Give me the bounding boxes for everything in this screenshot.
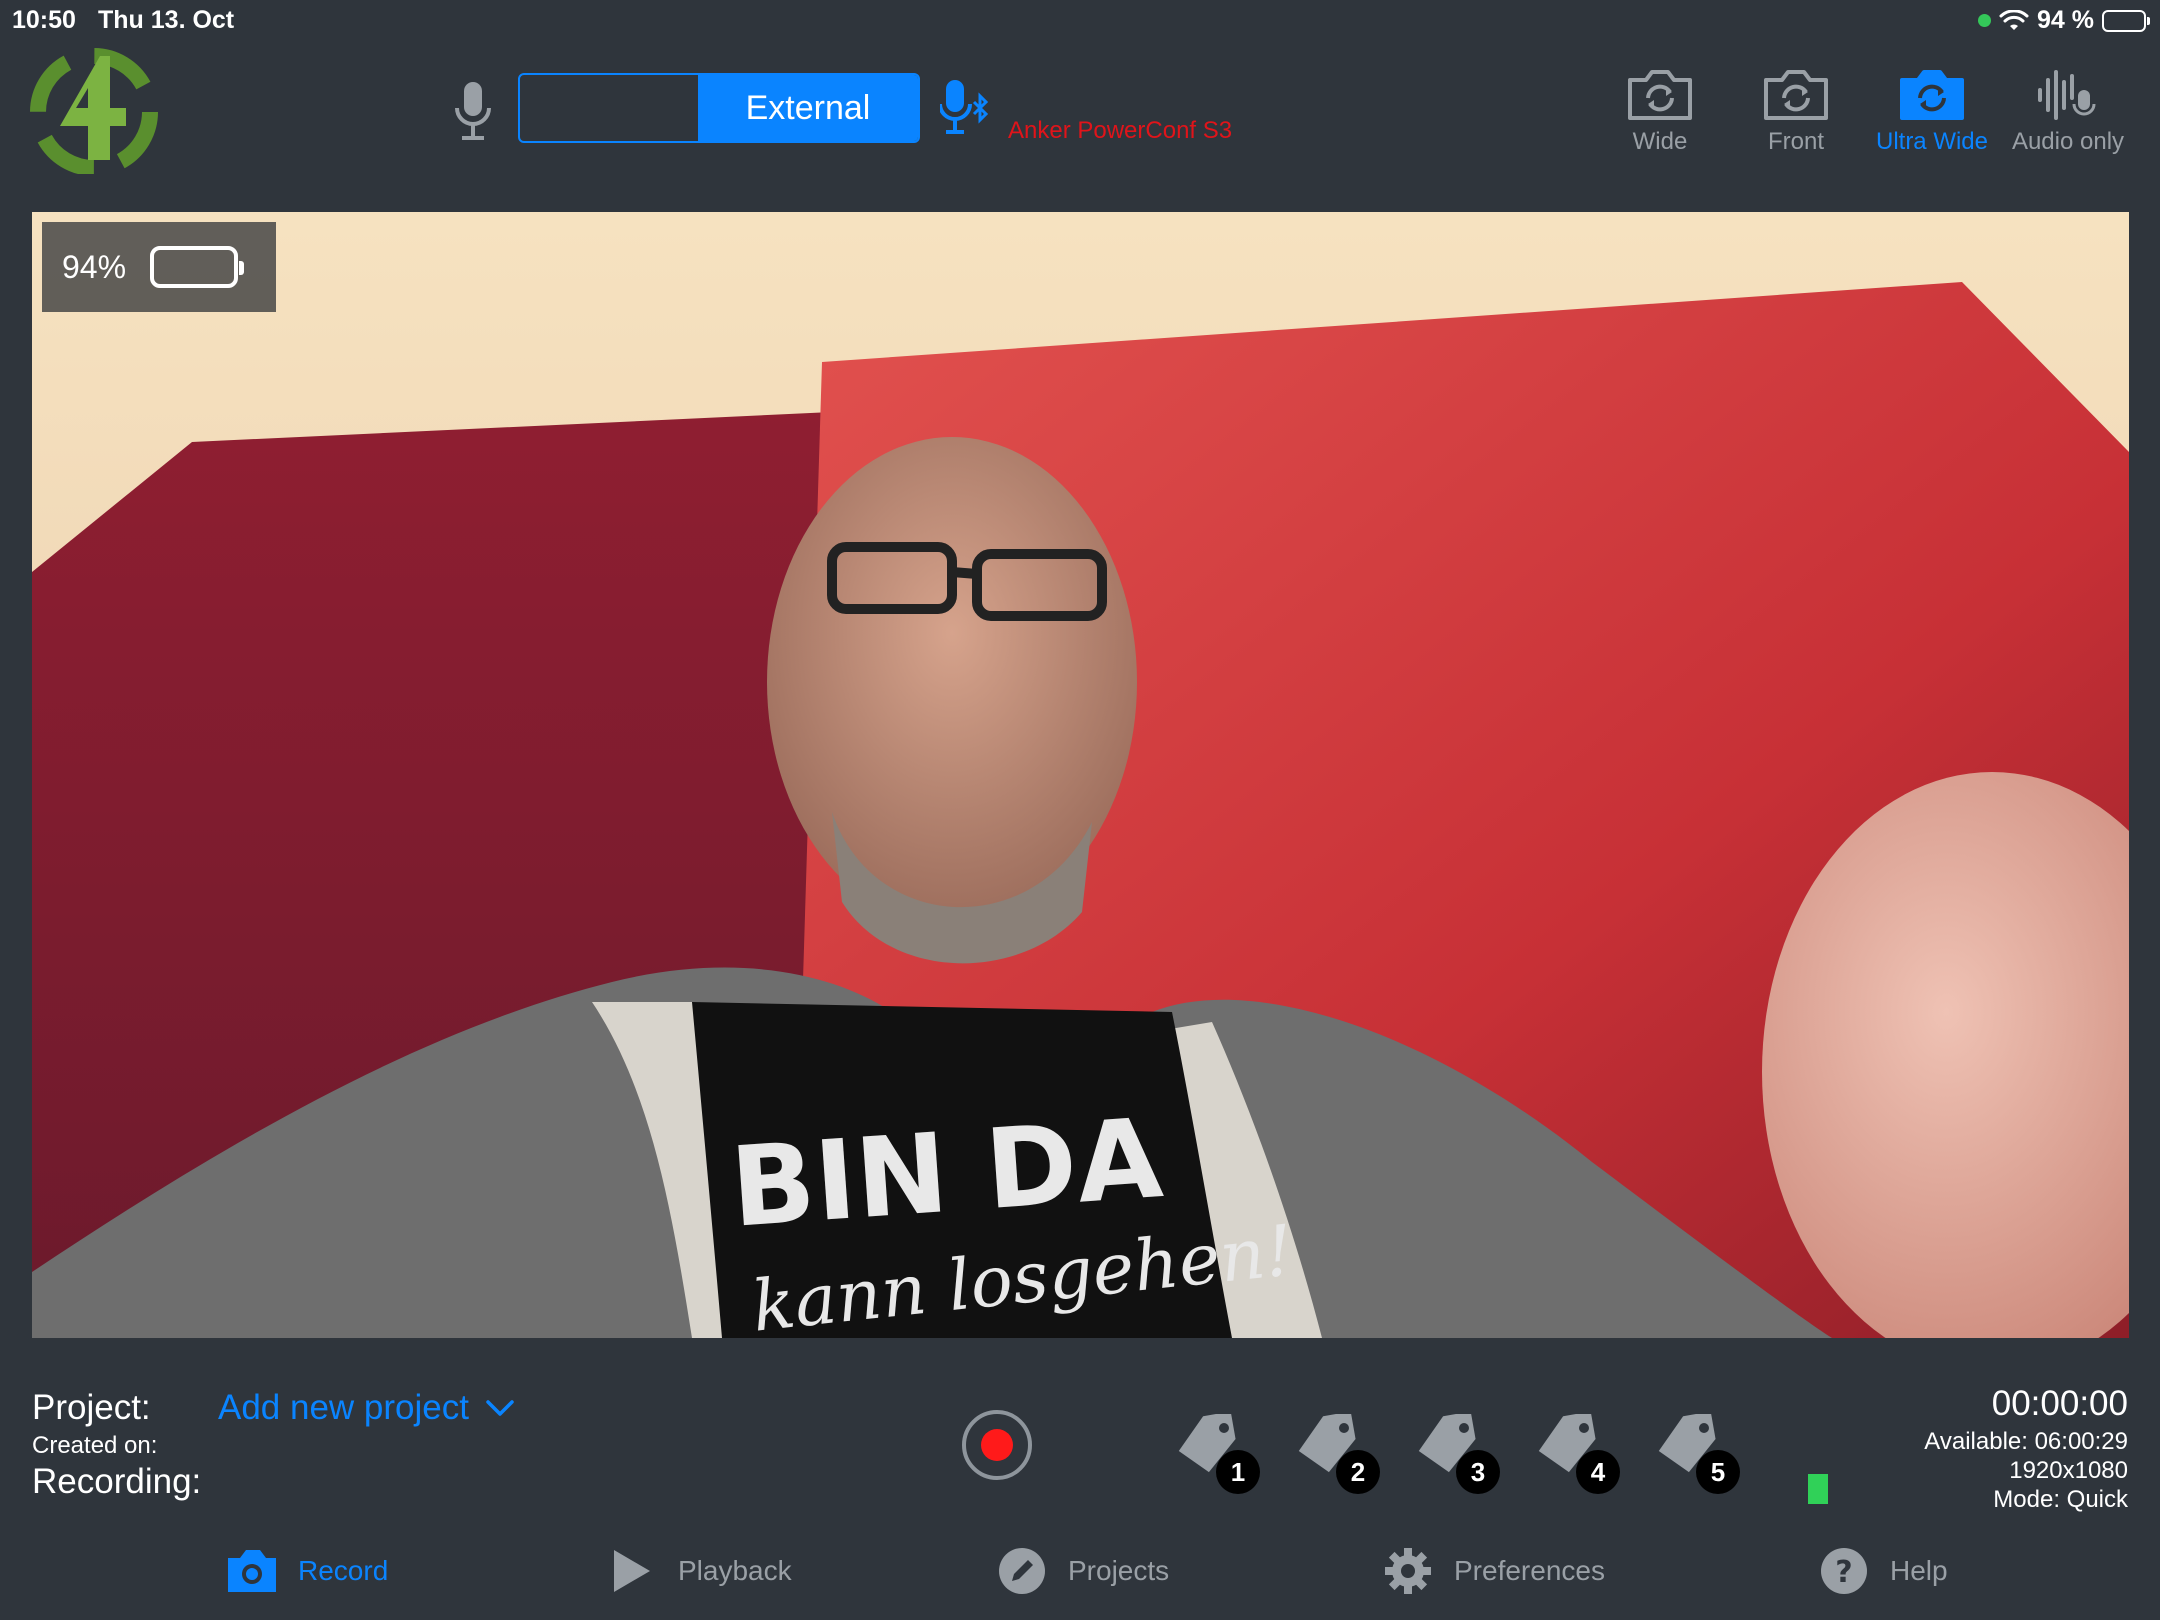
tag-number: 1	[1216, 1450, 1260, 1494]
project-selector[interactable]: Add new project	[218, 1388, 515, 1428]
play-icon	[614, 1550, 650, 1592]
question-icon: ?	[1821, 1548, 1867, 1594]
available-time: Available: 06:00:29	[1924, 1428, 2128, 1455]
recording-label: Recording:	[32, 1462, 202, 1501]
audio-only-label: Audio only	[2011, 128, 2125, 155]
tag-number: 5	[1696, 1450, 1740, 1494]
camera-rotate-icon	[1764, 70, 1828, 120]
gear-icon	[1385, 1548, 1431, 1594]
svg-text:?: ?	[1835, 1555, 1852, 1590]
preview-battery-percent: 94%	[62, 248, 127, 285]
pencil-icon	[999, 1548, 1045, 1594]
app-logo	[30, 48, 158, 174]
status-indicators: 94 %	[1978, 6, 2150, 35]
camera-wide-button[interactable]: Wide	[1600, 68, 1720, 156]
audio-device-name: Anker PowerConf S3	[1008, 117, 1233, 144]
tag-marker-button[interactable]: 5	[1654, 1410, 1740, 1494]
audio-level-meter	[1808, 1474, 1828, 1504]
wifi-icon	[1999, 9, 2029, 30]
preview-battery-overlay: 94%	[42, 222, 276, 312]
record-dot-icon	[981, 1429, 1013, 1461]
audio-only-button[interactable]: Audio only	[2008, 68, 2128, 156]
camera-wide-label: Wide	[1632, 128, 1688, 155]
camera-feed-image: BIN DA kann losgehen!	[32, 212, 2129, 1338]
bluetooth-microphone-icon	[940, 80, 989, 134]
camera-front-label: Front	[1767, 128, 1824, 155]
tag-marker-button[interactable]: 1	[1174, 1410, 1260, 1494]
tag-number: 4	[1576, 1450, 1620, 1494]
microphone-icon	[455, 82, 491, 140]
tag-marker-button[interactable]: 3	[1414, 1410, 1500, 1494]
tab-projects[interactable]: Projects	[994, 1546, 1169, 1596]
audio-source-internal[interactable]	[520, 75, 698, 141]
tab-preferences[interactable]: Preferences	[1380, 1546, 1605, 1596]
battery-icon	[2102, 9, 2150, 32]
waveform-mic-icon	[2038, 70, 2096, 120]
battery-percent: 94 %	[2037, 6, 2094, 34]
record-button[interactable]	[962, 1410, 1032, 1480]
tab-help[interactable]: ? Help	[1816, 1546, 1948, 1596]
camera-ultra-wide-label: Ultra Wide	[1875, 128, 1989, 155]
tab-preferences-label: Preferences	[1454, 1555, 1605, 1586]
status-date: Thu 13. Oct	[98, 6, 235, 34]
project-label: Project:	[32, 1388, 151, 1427]
camera-rotate-icon	[1628, 70, 1692, 120]
project-value: Add new project	[218, 1388, 469, 1427]
chevron-down-icon	[486, 1400, 514, 1416]
audio-source-external[interactable]: External	[698, 75, 918, 141]
timecode: 00:00:00	[1991, 1384, 2128, 1423]
tab-record[interactable]: Record	[224, 1546, 388, 1596]
camera-icon	[228, 1550, 276, 1592]
tag-number: 2	[1336, 1450, 1380, 1494]
tag-number: 3	[1456, 1450, 1500, 1494]
tag-marker-button[interactable]: 2	[1294, 1410, 1380, 1494]
camera-front-button[interactable]: Front	[1736, 68, 1856, 156]
tab-record-label: Record	[298, 1555, 389, 1586]
created-on-label: Created on:	[32, 1432, 158, 1459]
camera-preview[interactable]: BIN DA kann losgehen!	[32, 212, 2129, 1338]
tab-projects-label: Projects	[1068, 1555, 1170, 1586]
tab-playback[interactable]: Playback	[604, 1546, 792, 1596]
tab-help-label: Help	[1890, 1555, 1948, 1586]
audio-source-selector[interactable]: External	[518, 73, 920, 143]
camera-ultra-wide-button[interactable]: Ultra Wide	[1872, 68, 1992, 156]
tab-playback-label: Playback	[678, 1555, 792, 1586]
battery-icon	[150, 246, 245, 288]
resolution: 1920x1080	[2009, 1457, 2128, 1484]
green-dot-indicator	[1978, 14, 1992, 27]
status-time: 10:50	[12, 6, 76, 34]
tag-marker-button[interactable]: 4	[1534, 1410, 1620, 1494]
camera-rotate-icon	[1900, 70, 1964, 120]
recording-mode: Mode: Quick	[1993, 1486, 2128, 1513]
